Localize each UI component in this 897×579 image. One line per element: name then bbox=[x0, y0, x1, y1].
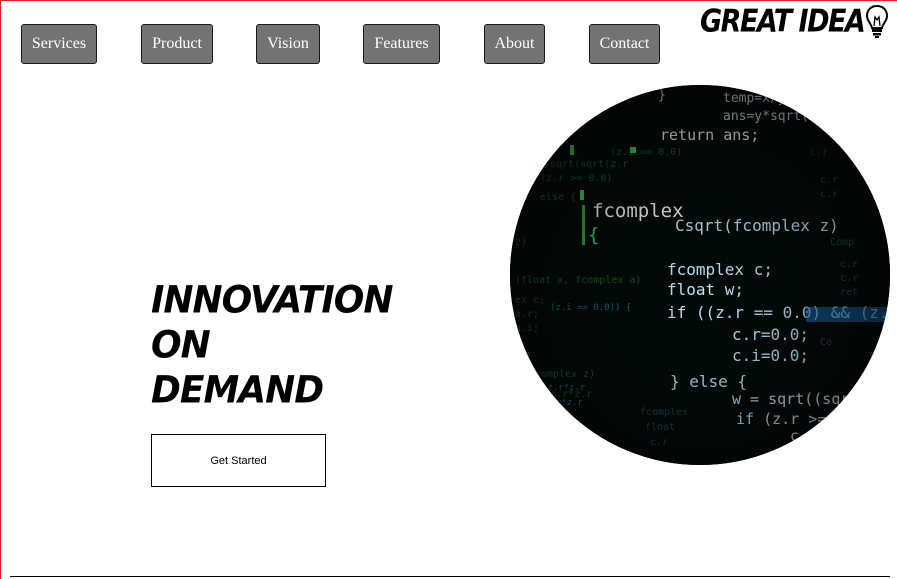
code-image-svg: (z.i == 0.0) sqrt(sqrt(z.r (z.r >= 0.0) … bbox=[510, 85, 890, 465]
logo-text: GREAT IDEA bbox=[700, 3, 866, 39]
headline-line: INNOVATION bbox=[151, 279, 394, 323]
headline-line: ON bbox=[151, 324, 211, 368]
nav-services-button[interactable]: Services bbox=[21, 24, 97, 64]
hero-code-image: (z.i == 0.0) sqrt(sqrt(z.r (z.r >= 0.0) … bbox=[510, 85, 890, 465]
nav-product-button[interactable]: Product bbox=[141, 24, 213, 64]
nav-vision-button[interactable]: Vision bbox=[256, 24, 320, 64]
hero-headline: INNOVATION ON DEMAND bbox=[151, 277, 411, 412]
nav-about-button[interactable]: About bbox=[484, 24, 545, 64]
nav-features-button[interactable]: Features bbox=[363, 24, 440, 64]
page-frame-left bbox=[0, 0, 1, 579]
lightbulb-icon bbox=[866, 4, 889, 38]
headline-line: DEMAND bbox=[151, 369, 324, 413]
bottom-divider bbox=[10, 576, 890, 577]
nav-contact-button[interactable]: Contact bbox=[589, 24, 660, 64]
site-logo[interactable]: GREAT IDEA bbox=[700, 2, 889, 40]
get-started-button[interactable]: Get Started bbox=[151, 434, 326, 487]
page-frame-top bbox=[0, 0, 897, 1]
